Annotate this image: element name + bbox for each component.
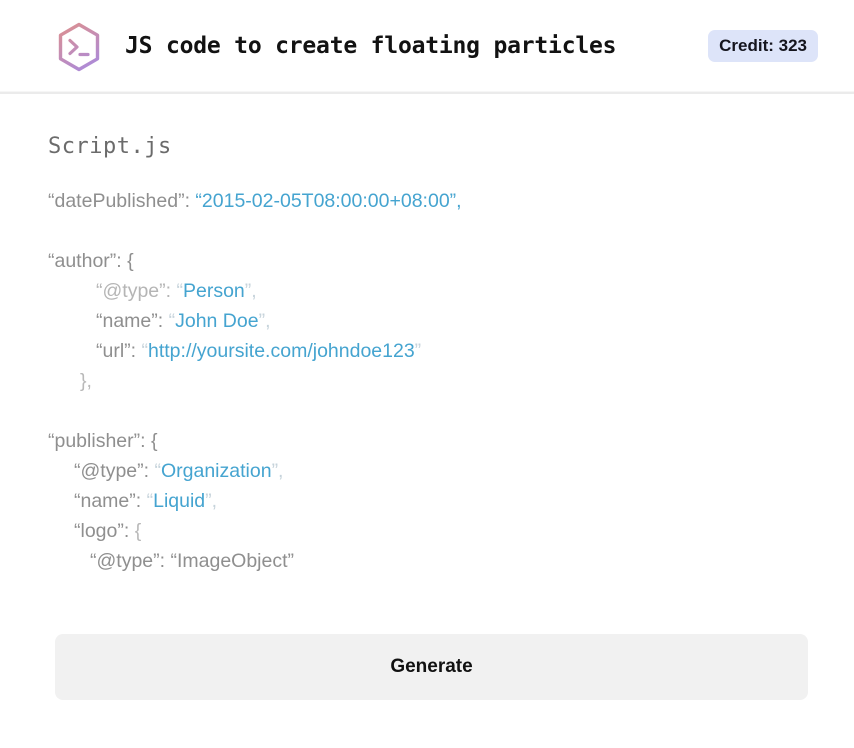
- page-title: JS code to create floating particles: [125, 33, 617, 59]
- code-line: “@type”: “Person”,: [48, 276, 808, 306]
- code-token: http://yoursite.com/johndoe123: [148, 340, 415, 362]
- code-line: “logo”: {: [48, 516, 808, 546]
- code-token: “datePublished”:: [48, 190, 196, 212]
- terminal-hexagon-icon: [58, 22, 100, 72]
- main-content: Script.js “datePublished”: “2015-02-05T0…: [0, 94, 854, 576]
- code-token: “@type”:: [96, 280, 177, 302]
- code-block: “datePublished”: “2015-02-05T08:00:00+08…: [48, 186, 808, 576]
- code-token: “name”:: [96, 310, 169, 332]
- app-header: JS code to create floating particles Cre…: [0, 0, 854, 94]
- code-line: “@type”: “Organization”,: [48, 456, 808, 486]
- code-token: “author”: {: [48, 250, 134, 272]
- code-line: “@type”: “ImageObject”: [48, 546, 808, 576]
- generate-button[interactable]: Generate: [55, 634, 808, 700]
- code-token: },: [80, 370, 92, 392]
- code-line: “author”: {: [48, 246, 808, 276]
- filename-heading: Script.js: [48, 134, 172, 159]
- code-token: “2015-02-05T08:00:00+08:00”,: [195, 190, 462, 212]
- action-row: Generate: [0, 576, 854, 700]
- code-token: “publisher”: {: [48, 430, 158, 452]
- code-token: “@type”:: [74, 460, 155, 482]
- code-line: “name”: “Liquid”,: [48, 486, 808, 516]
- code-token: ”: [414, 340, 422, 362]
- credit-badge: Credit: 323: [708, 30, 818, 62]
- code-token: “logo”:: [74, 520, 135, 542]
- code-token: ”,: [244, 280, 257, 302]
- code-token: ”,: [271, 460, 284, 482]
- code-line: “name”: “John Doe”,: [48, 306, 808, 336]
- code-line: “url”: “http://yoursite.com/johndoe123”: [48, 336, 808, 366]
- code-token: ”,: [258, 310, 271, 332]
- code-token: “url”:: [96, 340, 142, 362]
- code-line: “datePublished”: “2015-02-05T08:00:00+08…: [48, 186, 808, 216]
- code-line: “publisher”: {: [48, 426, 808, 456]
- code-token: Liquid: [153, 490, 206, 512]
- code-token: ”,: [205, 490, 218, 512]
- code-token: {: [134, 520, 142, 542]
- code-token: John Doe: [175, 310, 259, 332]
- code-token: Organization: [160, 460, 272, 482]
- code-token: “@type”: “ImageObject”: [90, 550, 295, 572]
- code-token: Person: [182, 280, 245, 302]
- code-line: },: [48, 366, 808, 396]
- code-token: “name”:: [74, 490, 147, 512]
